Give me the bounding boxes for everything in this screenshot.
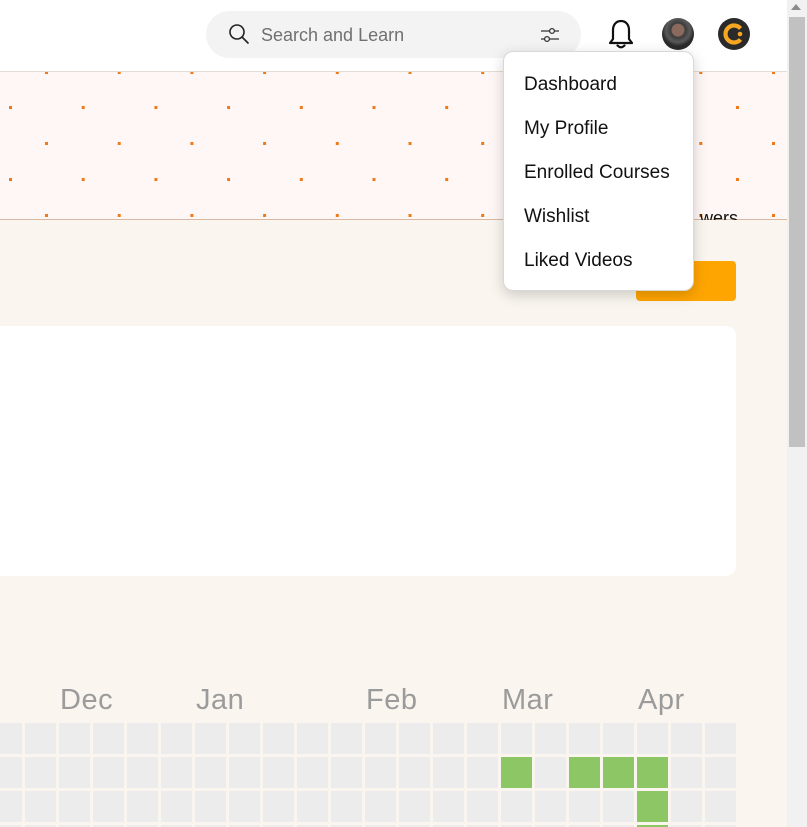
logo-icon[interactable] (718, 18, 750, 50)
activity-cell (331, 791, 362, 822)
activity-cell (0, 791, 22, 822)
activity-cell (229, 723, 260, 754)
search-input[interactable] (261, 20, 521, 50)
activity-cell (229, 791, 260, 822)
activity-cell (93, 791, 124, 822)
activity-cell (161, 791, 192, 822)
activity-cell (365, 791, 396, 822)
activity-cell (433, 757, 464, 788)
profile-dropdown-menu: Dashboard My Profile Enrolled Courses Wi… (503, 51, 694, 291)
filter-icon[interactable] (539, 25, 561, 45)
activity-cell (603, 757, 634, 788)
month-label-mar: Mar (502, 684, 554, 716)
avatar[interactable] (662, 18, 694, 50)
activity-cell (297, 723, 328, 754)
activity-cell (93, 723, 124, 754)
activity-cell (603, 791, 634, 822)
activity-cell (331, 723, 362, 754)
activity-cell (263, 723, 294, 754)
activity-cell (467, 791, 498, 822)
activity-cell (501, 757, 532, 788)
activity-cell (59, 723, 90, 754)
activity-cell (127, 723, 158, 754)
scrollbar-thumb[interactable] (789, 17, 805, 447)
activity-cell (25, 791, 56, 822)
activity-cell (297, 791, 328, 822)
activity-cell (467, 723, 498, 754)
activity-cell (501, 723, 532, 754)
activity-cell (59, 791, 90, 822)
activity-cell (467, 757, 498, 788)
activity-cell (433, 791, 464, 822)
activity-cell (263, 757, 294, 788)
activity-cell (569, 723, 600, 754)
search-icon (229, 24, 249, 44)
activity-cell (127, 791, 158, 822)
activity-cell (671, 791, 702, 822)
menu-item-liked-videos[interactable]: Liked Videos (524, 250, 632, 272)
month-label-jan: Jan (196, 684, 245, 716)
activity-cell (433, 723, 464, 754)
activity-cell (127, 757, 158, 788)
content-card (0, 326, 736, 576)
activity-cell (25, 723, 56, 754)
activity-cell (195, 757, 226, 788)
activity-cell (297, 757, 328, 788)
activity-cell (399, 757, 430, 788)
bell-icon[interactable] (607, 18, 635, 50)
activity-cell (331, 757, 362, 788)
activity-cell (569, 791, 600, 822)
menu-item-dashboard[interactable]: Dashboard (524, 74, 617, 96)
menu-item-my-profile[interactable]: My Profile (524, 118, 608, 140)
activity-cell (501, 791, 532, 822)
activity-cell (399, 723, 430, 754)
scroll-up-arrow-icon[interactable] (791, 4, 801, 10)
month-label-feb: Feb (366, 684, 418, 716)
activity-cell (93, 757, 124, 788)
activity-cell (705, 757, 736, 788)
activity-cell (399, 791, 430, 822)
activity-cell (637, 791, 668, 822)
activity-cell (535, 791, 566, 822)
month-label-dec: Dec (60, 684, 114, 716)
activity-cell (161, 723, 192, 754)
activity-cell (365, 723, 396, 754)
menu-item-wishlist[interactable]: Wishlist (524, 206, 589, 228)
activity-cell (637, 723, 668, 754)
activity-cell (535, 757, 566, 788)
month-label-apr: Apr (638, 684, 685, 716)
activity-cell (229, 757, 260, 788)
activity-cell (59, 757, 90, 788)
activity-cell (365, 757, 396, 788)
main-content: t Dec Jan Feb Mar Apr (0, 220, 787, 827)
activity-cell (161, 757, 192, 788)
activity-cell (705, 791, 736, 822)
activity-cell (705, 723, 736, 754)
activity-cell (0, 723, 22, 754)
activity-cell (569, 757, 600, 788)
activity-cell (263, 791, 294, 822)
activity-cell (195, 791, 226, 822)
activity-cell (195, 723, 226, 754)
activity-cell (0, 757, 22, 788)
activity-cell (25, 757, 56, 788)
activity-cell (637, 757, 668, 788)
menu-item-enrolled-courses[interactable]: Enrolled Courses (524, 162, 670, 184)
activity-cell (671, 723, 702, 754)
activity-cell (603, 723, 634, 754)
activity-cell (671, 757, 702, 788)
activity-cell (535, 723, 566, 754)
